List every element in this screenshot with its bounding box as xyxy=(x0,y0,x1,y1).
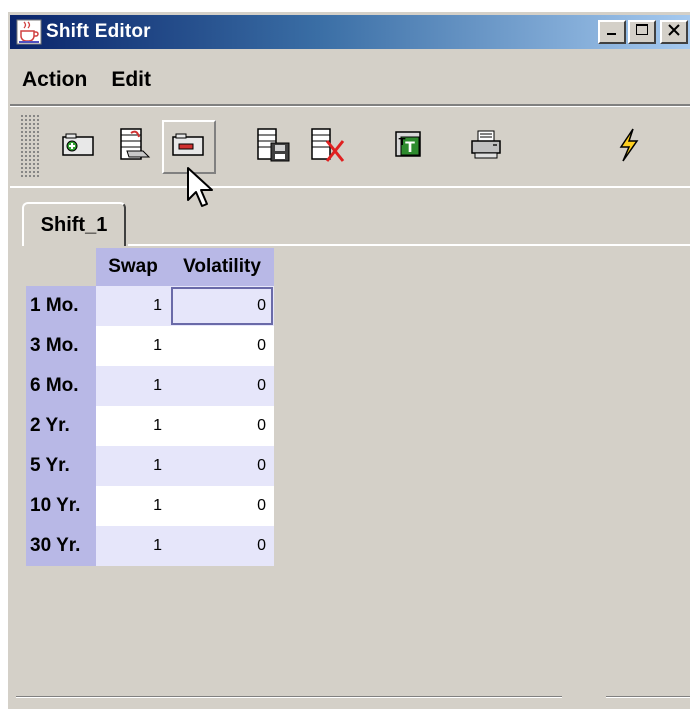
shift-editor-window: Shift Editor Action Edit T T Shift_1 Swa… xyxy=(6,10,690,709)
swap-cell[interactable]: 1 xyxy=(96,446,170,486)
add-shift-button[interactable] xyxy=(52,120,106,174)
row-header: 30 Yr. xyxy=(26,526,96,566)
row-header: 10 Yr. xyxy=(26,486,96,526)
tab-content: Swap Volatility 1 Mo. 1 0 3 Mo. 1 0 6 Mo… xyxy=(22,246,690,696)
add-shift-icon xyxy=(61,131,97,164)
volatility-cell[interactable]: 0 xyxy=(170,286,274,326)
minimize-button[interactable] xyxy=(598,20,626,44)
menu-action[interactable]: Action xyxy=(10,68,99,92)
volatility-cell[interactable]: 0 xyxy=(170,406,274,446)
row-header: 1 Mo. xyxy=(26,286,96,326)
volatility-cell[interactable]: 0 xyxy=(170,486,274,526)
toolbar: T T xyxy=(10,104,690,188)
open-shift-icon xyxy=(117,125,153,170)
save-shift-button[interactable] xyxy=(248,120,302,174)
svg-text:T: T xyxy=(399,137,406,148)
volatility-cell[interactable]: 0 xyxy=(170,326,274,366)
save-shift-icon xyxy=(255,125,295,170)
volatility-cell[interactable]: 0 xyxy=(170,526,274,566)
row-header: 2 Yr. xyxy=(26,406,96,446)
tt-button[interactable]: T T xyxy=(382,120,436,174)
minimize-icon xyxy=(605,23,619,42)
volatility-cell[interactable]: 0 xyxy=(170,446,274,486)
table-row: 5 Yr. 1 0 xyxy=(26,446,274,486)
svg-text:T: T xyxy=(405,140,415,156)
table-row: 10 Yr. 1 0 xyxy=(26,486,274,526)
menu-edit[interactable]: Edit xyxy=(99,68,163,92)
java-cup-icon xyxy=(16,19,42,45)
open-shift-button[interactable] xyxy=(108,120,162,174)
run-button[interactable] xyxy=(602,120,656,174)
swap-cell[interactable]: 1 xyxy=(96,286,170,326)
tt-icon: T T xyxy=(393,129,425,166)
table-row: 6 Mo. 1 0 xyxy=(26,366,274,406)
mouse-pointer-icon xyxy=(186,166,218,212)
title-bar[interactable]: Shift Editor xyxy=(10,15,690,49)
swap-cell[interactable]: 1 xyxy=(96,486,170,526)
table-corner xyxy=(26,248,96,286)
table-row: 2 Yr. 1 0 xyxy=(26,406,274,446)
column-header-volatility[interactable]: Volatility xyxy=(170,248,274,286)
menu-bar: Action Edit xyxy=(10,62,163,98)
print-button[interactable] xyxy=(460,120,514,174)
remove-shift-icon xyxy=(171,131,207,164)
close-button[interactable] xyxy=(660,20,688,44)
tab-shift-1[interactable]: Shift_1 xyxy=(22,202,126,246)
swap-cell[interactable]: 1 xyxy=(96,526,170,566)
table-header-row: Swap Volatility xyxy=(26,248,274,286)
window-title: Shift Editor xyxy=(46,21,151,42)
delete-shift-icon xyxy=(309,125,349,170)
maximize-button[interactable] xyxy=(628,20,656,44)
status-divider-right xyxy=(606,696,690,698)
swap-cell[interactable]: 1 xyxy=(96,406,170,446)
row-header: 3 Mo. xyxy=(26,326,96,366)
swap-cell[interactable]: 1 xyxy=(96,326,170,366)
table-row: 1 Mo. 1 0 xyxy=(26,286,274,326)
close-icon xyxy=(667,23,681,42)
lightning-icon xyxy=(615,127,643,168)
table-row: 30 Yr. 1 0 xyxy=(26,526,274,566)
toolbar-grip[interactable] xyxy=(20,114,40,178)
print-icon xyxy=(469,129,505,166)
volatility-cell[interactable]: 0 xyxy=(170,366,274,406)
row-header: 5 Yr. xyxy=(26,446,96,486)
maximize-icon xyxy=(635,23,649,42)
status-divider-left xyxy=(16,696,562,698)
swap-cell[interactable]: 1 xyxy=(96,366,170,406)
delete-shift-button[interactable] xyxy=(302,120,356,174)
shift-table: Swap Volatility 1 Mo. 1 0 3 Mo. 1 0 6 Mo… xyxy=(26,248,274,566)
column-header-swap[interactable]: Swap xyxy=(96,248,170,286)
table-row: 3 Mo. 1 0 xyxy=(26,326,274,366)
row-header: 6 Mo. xyxy=(26,366,96,406)
